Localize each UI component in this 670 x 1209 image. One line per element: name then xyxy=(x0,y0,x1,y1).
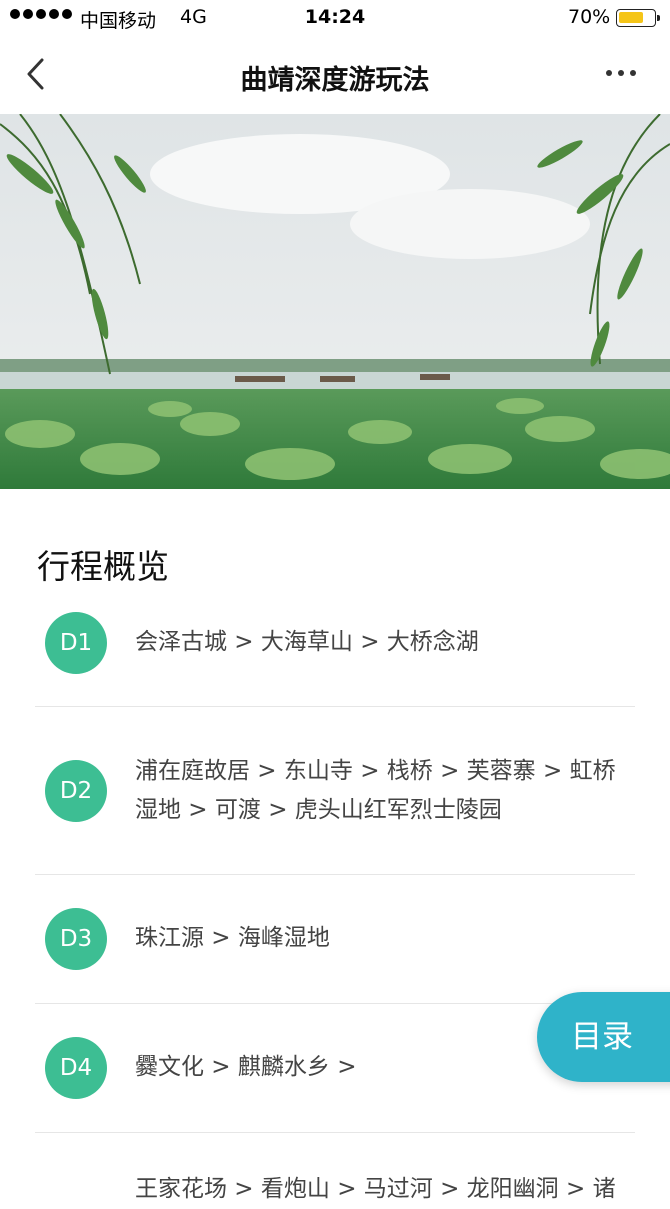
divider xyxy=(35,874,635,875)
status-bar: 中国移动 4G 14:24 70% xyxy=(0,0,670,38)
more-dots-icon[interactable] xyxy=(606,70,636,76)
lotus-lake-photo xyxy=(0,114,670,489)
day-route: 王家花场 > 看炮山 > 马过河 > 龙阳幽洞 > 诸 xyxy=(135,1176,616,1202)
day-badge: D4 xyxy=(45,1037,107,1099)
day-badge: D1 xyxy=(45,612,107,674)
day-route: 浦在庭故居 > 东山寺 > 栈桥 > 芙蓉寨 > 虹桥湿地 > 可渡 > 虎头山… xyxy=(135,758,616,823)
itinerary-overview-title: 行程概览 xyxy=(37,547,169,586)
day-badge: D2 xyxy=(45,760,107,822)
divider xyxy=(35,1003,635,1004)
day-badge: D3 xyxy=(45,908,107,970)
day-route: 会泽古城 > 大海草山 > 大桥念湖 xyxy=(135,629,479,655)
page-title: 曲靖深度游玩法 xyxy=(240,65,430,96)
divider xyxy=(35,1132,635,1133)
battery-icon xyxy=(616,9,660,27)
day-route: 珠江源 > 海峰湿地 xyxy=(135,925,330,951)
hero-image xyxy=(0,114,670,489)
divider xyxy=(35,706,635,707)
battery-percent: 70% xyxy=(568,6,611,28)
table-of-contents-button[interactable]: 目录 xyxy=(537,992,670,1082)
navigation-bar: 曲靖深度游玩法 xyxy=(0,38,670,114)
